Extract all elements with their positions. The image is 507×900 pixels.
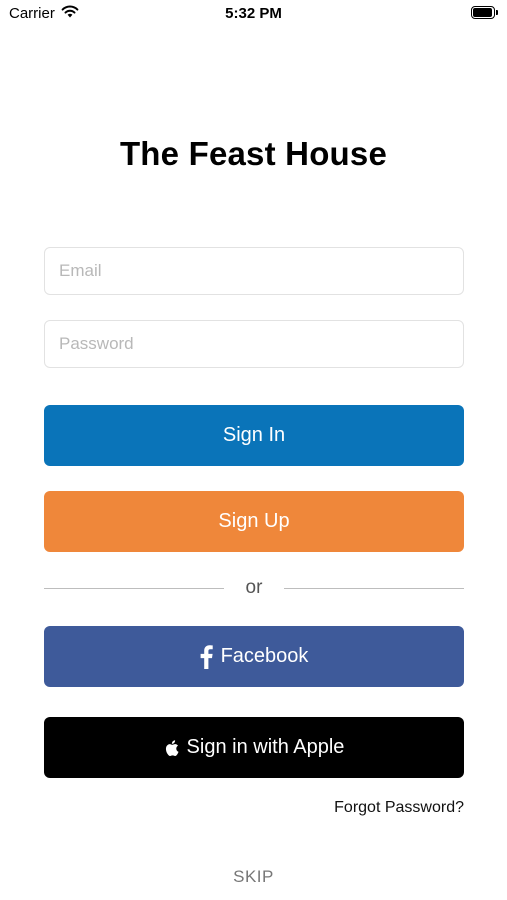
apple-icon xyxy=(164,739,179,757)
battery-icon xyxy=(471,6,498,19)
sign-in-button[interactable]: Sign In xyxy=(44,405,464,466)
status-bar: Carrier 5:32 PM xyxy=(0,0,507,30)
sign-up-button[interactable]: Sign Up xyxy=(44,491,464,552)
facebook-icon xyxy=(200,644,213,669)
email-field[interactable] xyxy=(45,248,463,294)
forgot-password-link[interactable]: Forgot Password? xyxy=(334,799,464,817)
sign-in-with-apple-button[interactable]: Sign in with Apple xyxy=(44,717,464,778)
password-field-container xyxy=(44,320,464,368)
facebook-login-button[interactable]: Facebook xyxy=(44,626,464,687)
facebook-label: Facebook xyxy=(220,645,309,667)
clock: 5:32 PM xyxy=(225,5,282,22)
or-divider: or xyxy=(44,577,464,599)
password-field[interactable] xyxy=(45,321,463,367)
skip-button[interactable]: SKIP xyxy=(0,867,507,887)
sign-up-label: Sign Up xyxy=(218,510,290,532)
email-field-container xyxy=(44,247,464,295)
divider-line-right xyxy=(284,588,464,589)
sign-in-label: Sign In xyxy=(222,424,286,446)
app-title: The Feast House xyxy=(119,135,388,172)
apple-label: Sign in with Apple xyxy=(186,736,345,758)
